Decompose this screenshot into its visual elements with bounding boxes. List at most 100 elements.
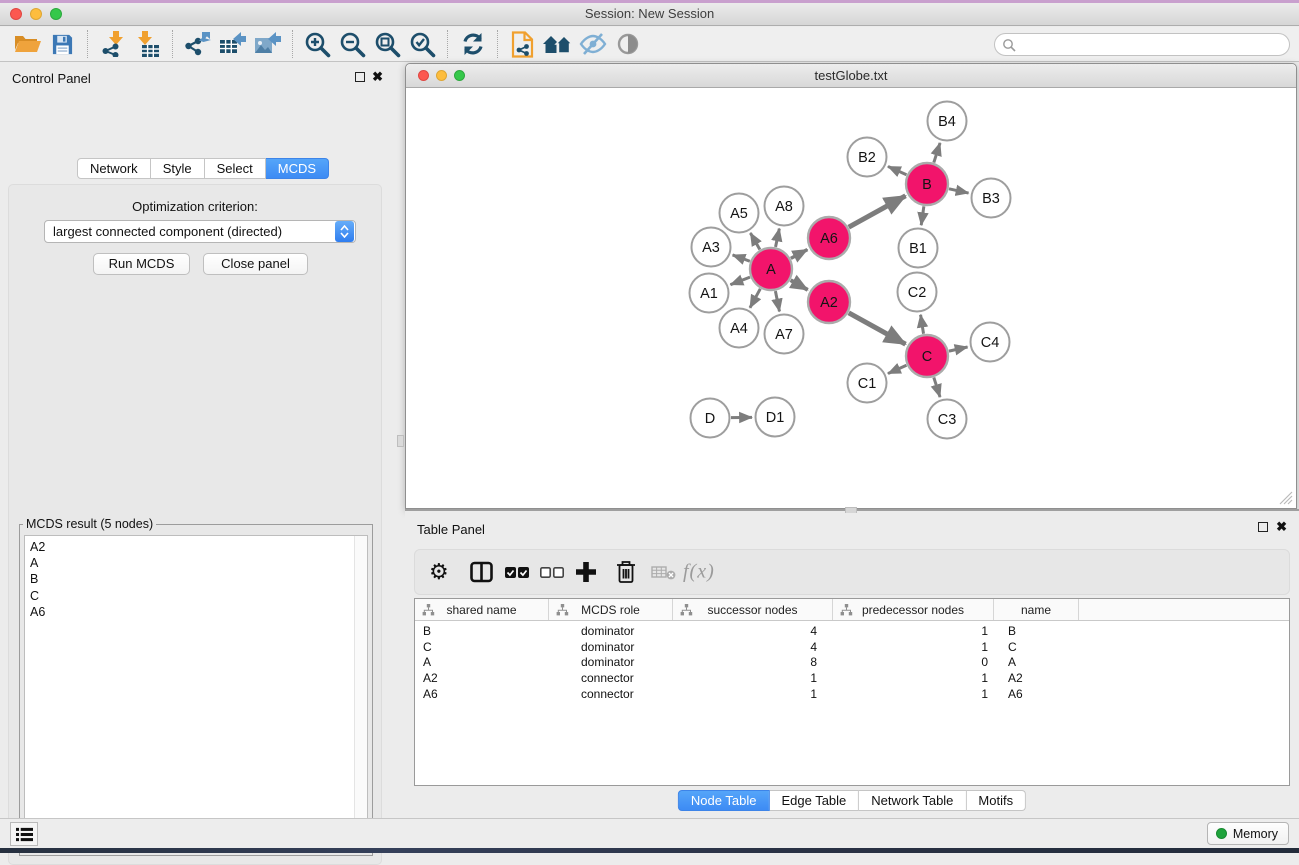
graph-node-B1[interactable]: B1 [899, 229, 938, 268]
toggle-graphics-details-icon[interactable] [610, 29, 645, 59]
graph-node-C2[interactable]: C2 [898, 273, 937, 312]
show-hide-graphics-icon[interactable] [575, 29, 610, 59]
graph-node-A1[interactable]: A1 [690, 274, 729, 313]
close-panel-button[interactable]: Close panel [203, 253, 308, 275]
graph-edge[interactable] [949, 347, 968, 351]
mcds-result-item[interactable]: A [25, 555, 367, 571]
float-panel-icon[interactable] [1258, 522, 1268, 532]
first-neighbors-icon[interactable] [540, 29, 575, 59]
clone-network-icon[interactable] [505, 29, 540, 59]
graph-edge[interactable] [730, 277, 750, 285]
graph-node-B3[interactable]: B3 [972, 179, 1011, 218]
import-network-icon[interactable] [95, 29, 130, 59]
deselect-all-columns-icon[interactable] [539, 563, 565, 581]
graph-node-C4[interactable]: C4 [971, 323, 1010, 362]
refresh-icon[interactable] [455, 29, 490, 59]
export-table-icon[interactable] [215, 29, 250, 59]
graph-node-A6[interactable]: A6 [808, 217, 850, 259]
result-list-scrollbar[interactable] [354, 536, 367, 849]
tab-select[interactable]: Select [205, 158, 266, 179]
graph-edge[interactable] [888, 166, 907, 174]
task-history-button[interactable] [10, 822, 38, 846]
tab-mcds[interactable]: MCDS [266, 158, 329, 179]
network-window-titlebar[interactable]: testGlobe.txt [406, 64, 1296, 88]
graph-node-A5[interactable]: A5 [720, 194, 759, 233]
graph-node-A7[interactable]: A7 [765, 315, 804, 354]
search-input[interactable] [1016, 36, 1289, 54]
table-settings-icon[interactable]: ⚙ [429, 561, 449, 583]
graph-edge[interactable] [776, 229, 780, 247]
graph-node-A[interactable]: A [750, 248, 792, 290]
splitter-handle[interactable] [397, 435, 404, 447]
select-all-columns-icon[interactable] [504, 563, 530, 581]
tab-network-table[interactable]: Network Table [859, 790, 966, 811]
open-session-icon[interactable] [10, 29, 45, 59]
network-canvas[interactable]: B4 B2 B B3 A8A5 A6 A3 B1 A C2 A1 A2 A4A7 C4 C C1 D1 D C3 [407, 89, 1295, 507]
graph-edge[interactable] [775, 291, 779, 311]
graph-edge[interactable] [849, 196, 906, 227]
graph-edge[interactable] [791, 250, 808, 259]
table-row[interactable]: Cdominator41C [415, 639, 1289, 655]
tab-style[interactable]: Style [151, 158, 205, 179]
graph-node-B2[interactable]: B2 [848, 138, 887, 177]
memory-button[interactable]: Memory [1207, 822, 1289, 845]
tab-node-table[interactable]: Node Table [678, 790, 770, 811]
table-row[interactable]: Bdominator41B [415, 623, 1289, 639]
search-box[interactable] [994, 33, 1290, 56]
graph-node-A8[interactable]: A8 [765, 187, 804, 226]
zoom-fit-icon[interactable] [370, 29, 405, 59]
graph-edge[interactable] [750, 289, 760, 308]
optimization-select[interactable]: largest connected component (directed) [44, 220, 356, 243]
export-network-icon[interactable] [180, 29, 215, 59]
graph-edge[interactable] [849, 313, 906, 344]
column-header-shared-name[interactable]: shared name [415, 599, 549, 620]
mcds-result-item[interactable]: C [25, 588, 367, 604]
graph-node-D1[interactable]: D1 [756, 398, 795, 437]
column-header-predecessor-nodes[interactable]: predecessor nodes [833, 599, 994, 620]
graph-edge[interactable] [934, 377, 940, 397]
delete-columns-icon[interactable] [615, 560, 637, 584]
table-row[interactable]: A6connector11A6 [415, 686, 1289, 702]
graph-node-A3[interactable]: A3 [692, 228, 731, 267]
graph-edge[interactable] [888, 365, 907, 373]
export-image-icon[interactable] [250, 29, 285, 59]
graph-edge[interactable] [921, 206, 924, 225]
graph-edge[interactable] [791, 280, 808, 290]
mcds-result-item[interactable]: A2 [25, 539, 367, 555]
column-header-mcds-role[interactable]: MCDS role [549, 599, 673, 620]
graph-node-A2[interactable]: A2 [808, 281, 850, 323]
column-header-successor-nodes[interactable]: successor nodes [673, 599, 833, 620]
add-column-icon[interactable] [575, 561, 597, 583]
zoom-selected-icon[interactable] [405, 29, 440, 59]
network-graph[interactable]: B4 B2 B B3 A8A5 A6 A3 B1 A C2 A1 A2 A4A7 C4 C C1 D1 D C3 [407, 89, 1295, 507]
close-panel-icon[interactable]: ✖ [1276, 522, 1287, 532]
graph-node-C1[interactable]: C1 [848, 364, 887, 403]
graph-node-B[interactable]: B [906, 163, 948, 205]
graph-node-B4[interactable]: B4 [928, 102, 967, 141]
close-panel-icon[interactable]: ✖ [372, 72, 383, 82]
mcds-result-item[interactable]: A6 [25, 604, 367, 620]
float-panel-icon[interactable] [355, 72, 365, 82]
import-table-icon[interactable] [130, 29, 165, 59]
run-mcds-button[interactable]: Run MCDS [93, 253, 190, 275]
graph-node-A4[interactable]: A4 [720, 309, 759, 348]
graph-node-C3[interactable]: C3 [928, 400, 967, 439]
table-row[interactable]: A2connector11A2 [415, 670, 1289, 686]
mcds-result-item[interactable]: B [25, 571, 367, 587]
tab-edge-table[interactable]: Edge Table [769, 790, 859, 811]
zoom-out-icon[interactable] [335, 29, 370, 59]
tab-network[interactable]: Network [77, 158, 151, 179]
graph-edge[interactable] [750, 233, 759, 249]
tab-motifs[interactable]: Motifs [966, 790, 1026, 811]
graph-edge[interactable] [733, 255, 750, 261]
graph-edge[interactable] [921, 315, 924, 334]
save-session-icon[interactable] [45, 29, 80, 59]
table-row[interactable]: Adominator80A [415, 654, 1289, 670]
graph-node-C[interactable]: C [906, 335, 948, 377]
graph-edge[interactable] [934, 143, 940, 163]
resize-columns-icon[interactable] [469, 560, 494, 584]
graph-edge[interactable] [949, 189, 969, 193]
resize-grip-icon[interactable] [1279, 491, 1293, 505]
zoom-in-icon[interactable] [300, 29, 335, 59]
graph-node-D[interactable]: D [691, 399, 730, 438]
